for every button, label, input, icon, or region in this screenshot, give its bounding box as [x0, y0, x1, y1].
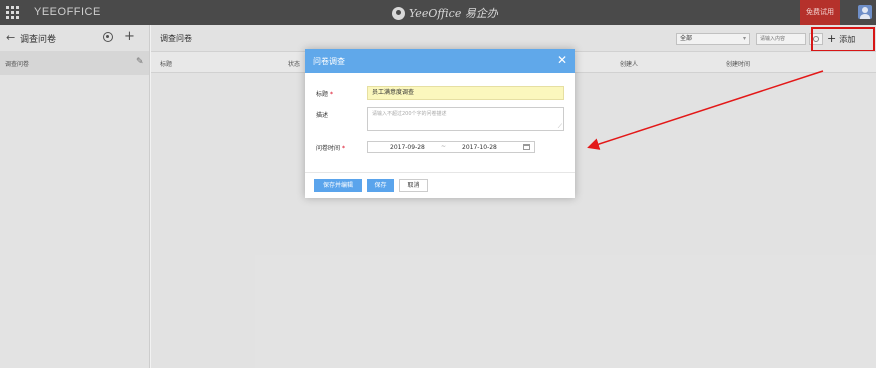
- description-field[interactable]: 请输入不超过200个字的问卷描述 ⟋: [367, 107, 564, 131]
- save-button[interactable]: 保存: [367, 179, 394, 192]
- center-logo-text: YeeOffice 易企办: [409, 7, 498, 20]
- user-avatar[interactable]: [858, 5, 872, 19]
- title-field-label: 标题 *: [316, 89, 333, 98]
- description-field-label: 描述: [316, 112, 329, 119]
- description-placeholder: 请输入不超过200个字的问卷描述: [372, 111, 447, 117]
- free-trial-button[interactable]: 免费试用: [800, 0, 840, 25]
- time-field-label: 问卷时间 *: [316, 143, 345, 152]
- modal-header: 问卷调查 ✕: [305, 49, 575, 73]
- required-mark: *: [342, 145, 346, 152]
- yeeoffice-logo-icon: [392, 6, 405, 20]
- title-field[interactable]: 员工满意度调查: [367, 86, 564, 100]
- center-logo: YeeOffice 易企办: [392, 5, 498, 21]
- top-bar: YEEOFFICE YeeOffice 易企办 免费试用: [0, 0, 876, 25]
- date-from[interactable]: 2017-09-28: [390, 144, 425, 151]
- save-and-edit-button[interactable]: 保存并编辑: [314, 179, 362, 192]
- cancel-button[interactable]: 取消: [399, 179, 428, 192]
- date-separator: ~: [441, 143, 447, 150]
- resize-handle-icon[interactable]: ⟋: [558, 123, 562, 130]
- time-label-text: 问卷时间: [316, 145, 341, 152]
- required-mark: *: [330, 91, 334, 98]
- brand-name: YEEOFFICE: [34, 6, 101, 18]
- date-range-picker[interactable]: 2017-09-28 ~ 2017-10-28: [367, 141, 535, 153]
- modal-title: 问卷调查: [313, 57, 345, 66]
- app-grid-icon[interactable]: [6, 6, 19, 19]
- calendar-icon[interactable]: [523, 144, 530, 150]
- close-icon[interactable]: ✕: [557, 53, 567, 67]
- date-to[interactable]: 2017-10-28: [462, 144, 497, 151]
- modal-footer-divider: [305, 172, 575, 173]
- title-label-text: 标题: [316, 91, 329, 98]
